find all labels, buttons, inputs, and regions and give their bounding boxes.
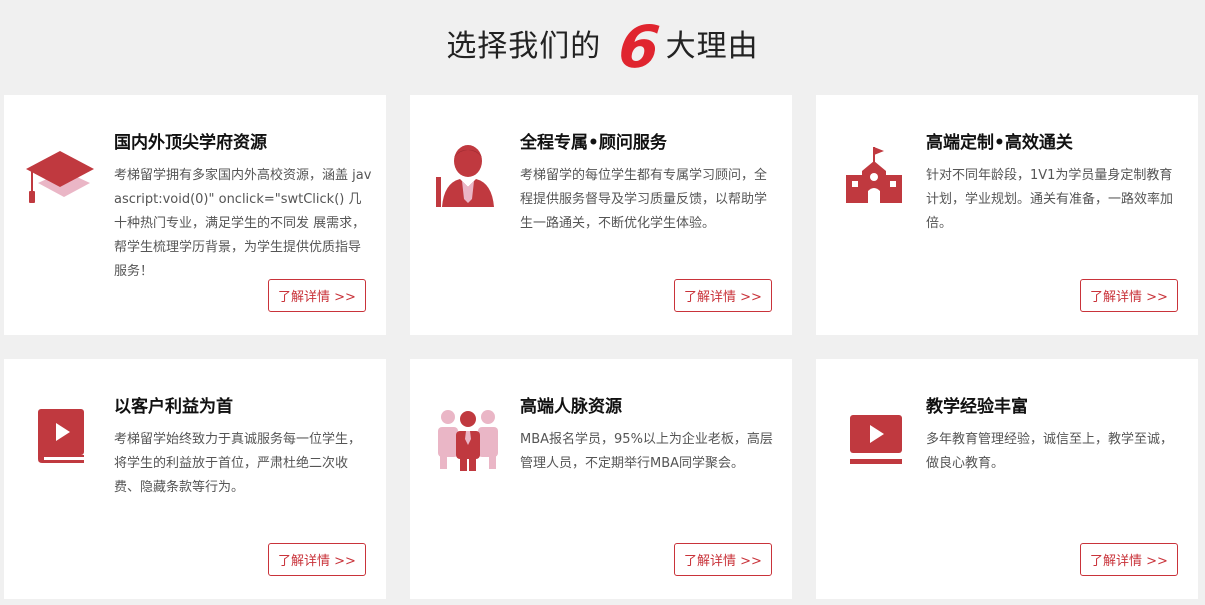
reason-card-custom: 高端定制•高效通关 针对不同年龄段，1V1为学员量身定制教育计划，学业规划。通关… (816, 95, 1198, 335)
video-player-icon (838, 403, 902, 473)
reason-card-advisor: 全程专属•顾问服务 考梯留学的每位学生都有专属学习顾问，全程提供服务督导及学习质… (410, 95, 792, 335)
reason-card-client-first: 以客户利益为首 考梯留学始终致力于真诚服务每一位学生，将学生的利益放于首位，严肃… (4, 359, 386, 599)
card-description: 考梯留学拥有多家国内外高校资源，涵盖 javascript:void(0)" o… (114, 168, 372, 279)
learn-more-button[interactable]: 了解详情 >> (1080, 279, 1178, 312)
card-title: 高端定制•高效通关 (926, 133, 1073, 153)
card-description: 考梯留学的每位学生都有专属学习顾问，全程提供服务督导及学习质量反馈，以帮助学生一… (520, 168, 768, 231)
reason-card-experience: 教学经验丰富 多年教育管理经验，诚信至上，教学至诚，做良心教育。 了解详情 >> (816, 359, 1198, 599)
reason-card-network: 高端人脉资源 MBA报名学员，95%以上为企业老板，高层管理人员，不定期举行MB… (410, 359, 792, 599)
graduation-cap-icon (26, 141, 94, 211)
reason-card-resources: 国内外顶尖学府资源 考梯留学拥有多家国内外高校资源，涵盖 javascript:… (4, 95, 386, 335)
advisor-person-icon (432, 141, 496, 211)
video-book-icon (26, 403, 90, 473)
card-title: 以客户利益为首 (114, 397, 233, 417)
learn-more-button[interactable]: 了解详情 >> (674, 543, 772, 576)
card-description: MBA报名学员，95%以上为企业老板，高层管理人员，不定期举行MBA同学聚会。 (520, 432, 773, 471)
card-description: 考梯留学始终致力于真诚服务每一位学生，将学生的利益放于首位，严肃杜绝二次收费、隐… (114, 432, 362, 495)
card-title: 全程专属•顾问服务 (520, 133, 667, 153)
learn-more-button[interactable]: 了解详情 >> (1080, 543, 1178, 576)
learn-more-button[interactable]: 了解详情 >> (674, 279, 772, 312)
heading-number: 6 (615, 13, 664, 81)
people-network-icon (432, 403, 498, 473)
card-title: 国内外顶尖学府资源 (114, 133, 267, 153)
card-title: 教学经验丰富 (926, 397, 1028, 417)
card-description: 针对不同年龄段，1V1为学员量身定制教育计划，学业规划。通关有准备，一路效率加倍… (926, 168, 1174, 231)
card-description: 多年教育管理经验，诚信至上，教学至诚，做良心教育。 (926, 432, 1174, 471)
heading-prefix: 选择我们的 (446, 29, 602, 64)
section-heading: 选择我们的 6 大理由 (0, 12, 1205, 81)
reasons-section: 选择我们的 6 大理由 国内外顶尖学府资源 考梯留学拥有多家国内外高校资源，涵盖… (0, 0, 1205, 605)
learn-more-button[interactable]: 了解详情 >> (268, 543, 366, 576)
school-building-icon (838, 141, 902, 211)
card-title: 高端人脉资源 (520, 397, 622, 417)
heading-suffix: 大理由 (665, 29, 759, 64)
learn-more-button[interactable]: 了解详情 >> (268, 279, 366, 312)
